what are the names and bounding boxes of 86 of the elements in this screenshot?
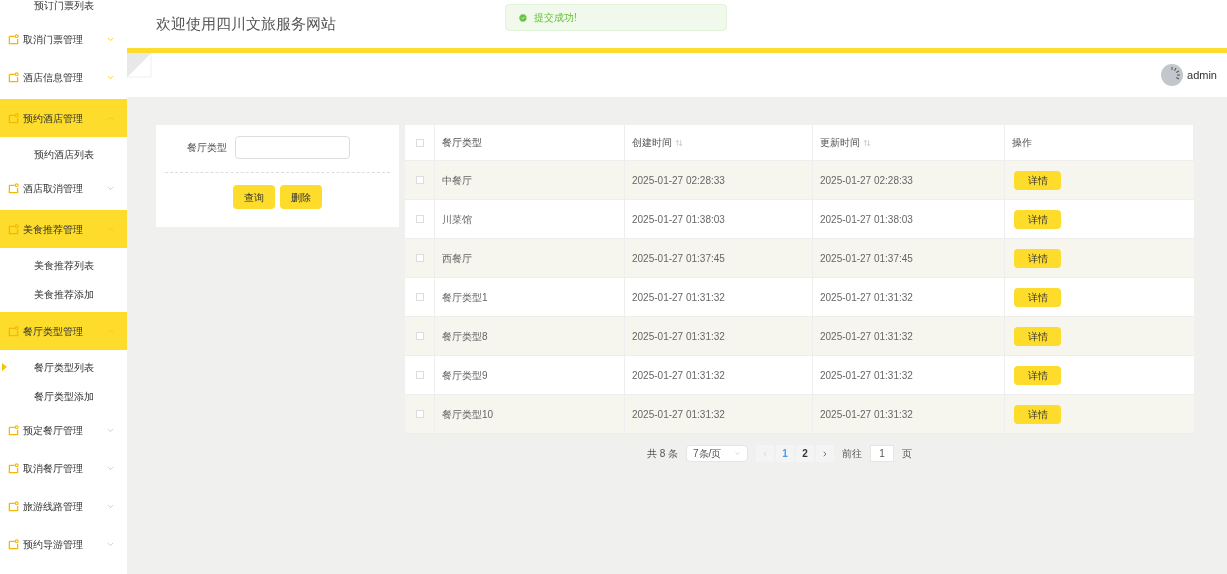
- toast: 提交成功!: [505, 4, 727, 31]
- goto-label: 前往: [842, 447, 863, 461]
- checkbox[interactable]: [415, 254, 424, 262]
- site-title: 欢迎使用四川文旅服务网站: [156, 13, 336, 34]
- total-count: 共 8 条: [646, 447, 679, 461]
- sort-icon[interactable]: [675, 138, 683, 147]
- checkbox[interactable]: [415, 176, 424, 184]
- checkbox[interactable]: [415, 215, 424, 223]
- note-icon: [8, 500, 19, 512]
- table-cell-text: 2025-01-27 01:31:32: [632, 290, 725, 305]
- note-icon: [8, 71, 19, 83]
- table-cell-text: 西餐厅: [442, 251, 472, 266]
- note-icon: [8, 223, 19, 235]
- success-icon: [518, 12, 528, 23]
- checkbox[interactable]: [415, 332, 424, 340]
- table-cell-text: 2025-01-27 02:28:33: [820, 173, 913, 188]
- table-cell-text: 餐厅类型9: [442, 368, 488, 383]
- sidebar-item[interactable]: 预定餐厅管理: [0, 411, 127, 449]
- sidebar-subitem[interactable]: 美食推荐添加: [33, 287, 94, 302]
- note-icon: [8, 424, 19, 436]
- sidebar-subitem[interactable]: 餐厅类型列表: [33, 360, 94, 375]
- action-button[interactable]: 查询: [233, 185, 275, 209]
- table-cell-text: 2025-01-27 01:31:32: [632, 407, 725, 422]
- table-cell-text: 2025-01-27 01:37:45: [632, 251, 725, 266]
- sidebar-subitem[interactable]: 美食推荐列表: [33, 258, 94, 273]
- note-icon: [8, 462, 19, 474]
- details-button[interactable]: 详情: [1014, 326, 1061, 346]
- sidebar-item[interactable]: 旅游线路管理: [0, 487, 127, 525]
- sidebar-item[interactable]: 取消门票管理: [0, 20, 127, 58]
- page-input[interactable]: 1: [870, 445, 895, 462]
- table-cell-text: 餐厅类型1: [442, 290, 488, 305]
- details-button[interactable]: 详情: [1014, 287, 1061, 307]
- checkbox[interactable]: [415, 410, 424, 418]
- details-button[interactable]: 详情: [1014, 404, 1061, 424]
- sidebar-item[interactable]: 美食推荐管理: [0, 210, 127, 248]
- next-page-button[interactable]: [816, 445, 835, 462]
- sidebar-item[interactable]: 餐厅类型管理: [0, 312, 127, 350]
- note-icon: [8, 325, 19, 337]
- prev-page-button[interactable]: [756, 445, 775, 462]
- column-header: 餐厅类型: [442, 136, 482, 150]
- sidebar-item[interactable]: 预约导游管理: [0, 525, 127, 563]
- table-cell-text: 2025-01-27 02:28:33: [632, 173, 725, 188]
- table-cell-text: 2025-01-27 01:37:45: [820, 251, 913, 266]
- table-cell-text: 餐厅类型10: [442, 407, 494, 422]
- page-button[interactable]: 2: [796, 445, 815, 462]
- sidebar-item[interactable]: 取消餐厅管理: [0, 449, 127, 487]
- checkbox[interactable]: [415, 293, 424, 301]
- table-cell-text: 2025-01-27 01:31:32: [820, 368, 913, 383]
- field-label: 餐厅类型: [187, 141, 227, 155]
- sidebar-item[interactable]: 酒店取消管理: [0, 169, 127, 207]
- table-cell-text: 2025-01-27 01:31:32: [632, 329, 725, 344]
- sort-icon[interactable]: [863, 138, 871, 147]
- details-button[interactable]: 详情: [1014, 170, 1061, 190]
- sidebar-subitem[interactable]: 预订门票列表: [0, 0, 127, 20]
- username: admin: [1187, 67, 1217, 83]
- table-cell-text: 2025-01-27 01:31:32: [820, 329, 913, 344]
- column-header: 更新时间: [820, 136, 860, 150]
- table-cell-text: 中餐厅: [442, 173, 472, 188]
- table-cell-text: 餐厅类型8: [442, 329, 488, 344]
- note-icon: [8, 112, 19, 124]
- table-cell-text: 2025-01-27 01:31:32: [632, 368, 725, 383]
- details-button[interactable]: 详情: [1014, 365, 1061, 385]
- note-icon: [8, 182, 19, 194]
- table-cell-text: 2025-01-27 01:38:03: [820, 212, 913, 227]
- table-cell-text: 2025-01-27 01:31:32: [820, 290, 913, 305]
- action-button[interactable]: 删除: [280, 185, 322, 209]
- table-cell-text: 2025-01-27 01:38:03: [632, 212, 725, 227]
- sidebar-subitem[interactable]: 餐厅类型添加: [33, 389, 94, 404]
- column-header: 操作: [1012, 136, 1032, 150]
- chevron-down-icon: [734, 450, 742, 457]
- page-size-select[interactable]: 7条/页: [686, 445, 749, 462]
- input-field[interactable]: [235, 136, 350, 159]
- details-button[interactable]: 详情: [1014, 209, 1061, 229]
- sidebar-subitem[interactable]: 预约酒店列表: [33, 147, 94, 162]
- sidebar-item[interactable]: 酒店信息管理: [0, 58, 127, 96]
- note-icon: [8, 33, 19, 45]
- note-icon: [8, 538, 19, 550]
- checkbox[interactable]: [415, 138, 424, 147]
- checkbox[interactable]: [415, 371, 424, 379]
- table-cell-text: 2025-01-27 01:31:32: [820, 407, 913, 422]
- column-header: 创建时间: [632, 136, 672, 150]
- details-button[interactable]: 详情: [1014, 248, 1061, 268]
- sidebar-item[interactable]: 预约酒店管理: [0, 99, 127, 137]
- avatar-icon: [1161, 64, 1184, 86]
- page-suffix: 页: [902, 447, 913, 461]
- table-cell-text: 川菜馆: [442, 212, 472, 227]
